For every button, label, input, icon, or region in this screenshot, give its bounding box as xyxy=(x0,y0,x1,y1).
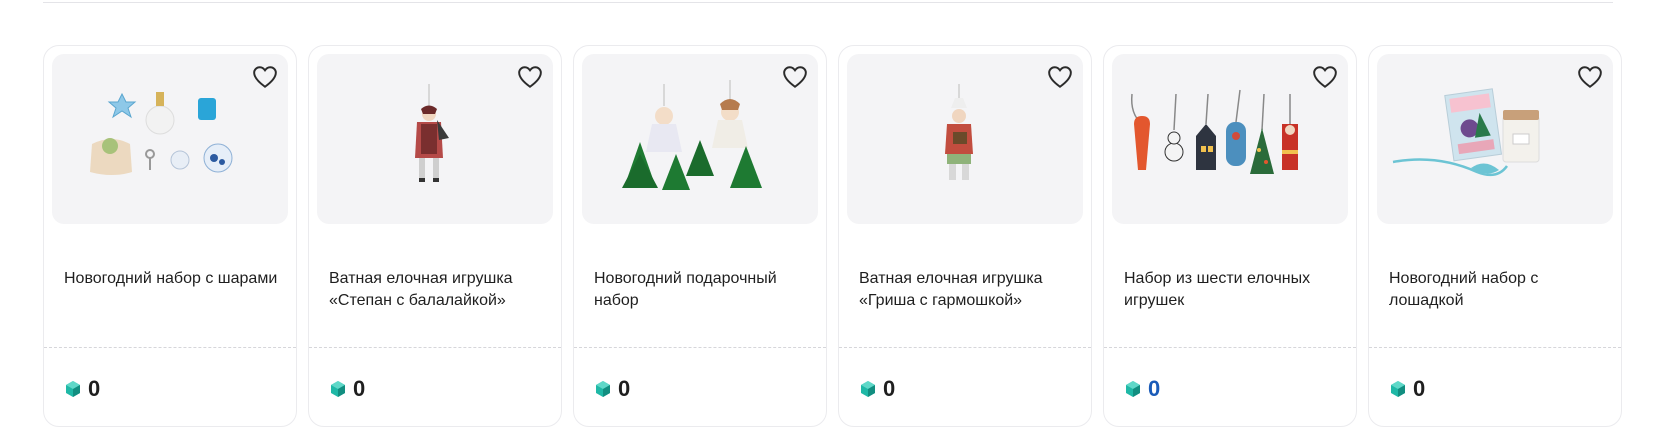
card-divider xyxy=(309,347,561,348)
product-price: 0 xyxy=(594,376,630,402)
gem-icon xyxy=(596,381,610,397)
product-image[interactable] xyxy=(847,54,1083,224)
heart-icon xyxy=(518,66,542,88)
product-price: 0 xyxy=(1389,376,1425,402)
card-divider xyxy=(574,347,826,348)
card-divider xyxy=(1104,347,1356,348)
product-image[interactable] xyxy=(1112,54,1348,224)
favorite-button[interactable] xyxy=(1047,64,1073,90)
card-divider xyxy=(1369,347,1621,348)
product-price: 0 xyxy=(329,376,365,402)
card-divider xyxy=(839,347,1091,348)
heart-icon xyxy=(253,66,277,88)
product-image[interactable] xyxy=(52,54,288,224)
gem-icon xyxy=(1126,381,1140,397)
favorite-button[interactable] xyxy=(1312,64,1338,90)
product-title[interactable]: Новогодний набор с шарами xyxy=(64,268,284,290)
product-image[interactable] xyxy=(1377,54,1613,224)
gem-icon xyxy=(1391,381,1405,397)
product-price: 0 xyxy=(1124,376,1160,402)
product-title[interactable]: Ватная елочная игрушка «Степан с балалай… xyxy=(329,268,549,312)
heart-icon xyxy=(783,66,807,88)
gem-icon xyxy=(331,381,345,397)
product-image[interactable] xyxy=(317,54,553,224)
heart-icon xyxy=(1048,66,1072,88)
price-value: 0 xyxy=(353,376,366,401)
product-title[interactable]: Новогодний подарочный набор xyxy=(594,268,814,312)
product-price: 0 xyxy=(64,376,100,402)
price-value: 0 xyxy=(88,376,101,401)
card-divider xyxy=(44,347,296,348)
product-card[interactable]: Ватная елочная игрушка «Гриша с гармошко… xyxy=(838,45,1092,427)
favorite-button[interactable] xyxy=(782,64,808,90)
favorite-button[interactable] xyxy=(1577,64,1603,90)
product-card[interactable]: Набор из шести елочных игрушек 0 xyxy=(1103,45,1357,427)
price-value: 0 xyxy=(1148,376,1161,401)
product-card[interactable]: Ватная елочная игрушка «Степан с балалай… xyxy=(308,45,562,427)
price-value: 0 xyxy=(618,376,631,401)
product-title[interactable]: Ватная елочная игрушка «Гриша с гармошко… xyxy=(859,268,1079,312)
product-title[interactable]: Набор из шести елочных игрушек xyxy=(1124,268,1344,312)
product-card[interactable]: Новогодний набор с шарами 0 xyxy=(43,45,297,427)
heart-icon xyxy=(1313,66,1337,88)
heart-icon xyxy=(1578,66,1602,88)
product-card[interactable]: Новогодний набор с лошадкой 0 xyxy=(1368,45,1622,427)
product-list: Новогодний набор с шарами 0 Ватная елочн… xyxy=(43,45,1622,427)
price-value: 0 xyxy=(1413,376,1426,401)
product-image[interactable] xyxy=(582,54,818,224)
product-title[interactable]: Новогодний набор с лошадкой xyxy=(1389,268,1609,312)
gem-icon xyxy=(66,381,80,397)
favorite-button[interactable] xyxy=(517,64,543,90)
price-value: 0 xyxy=(883,376,896,401)
product-price: 0 xyxy=(859,376,895,402)
product-card[interactable]: Новогодний подарочный набор 0 xyxy=(573,45,827,427)
gem-icon xyxy=(861,381,875,397)
section-divider xyxy=(43,2,1613,3)
favorite-button[interactable] xyxy=(252,64,278,90)
